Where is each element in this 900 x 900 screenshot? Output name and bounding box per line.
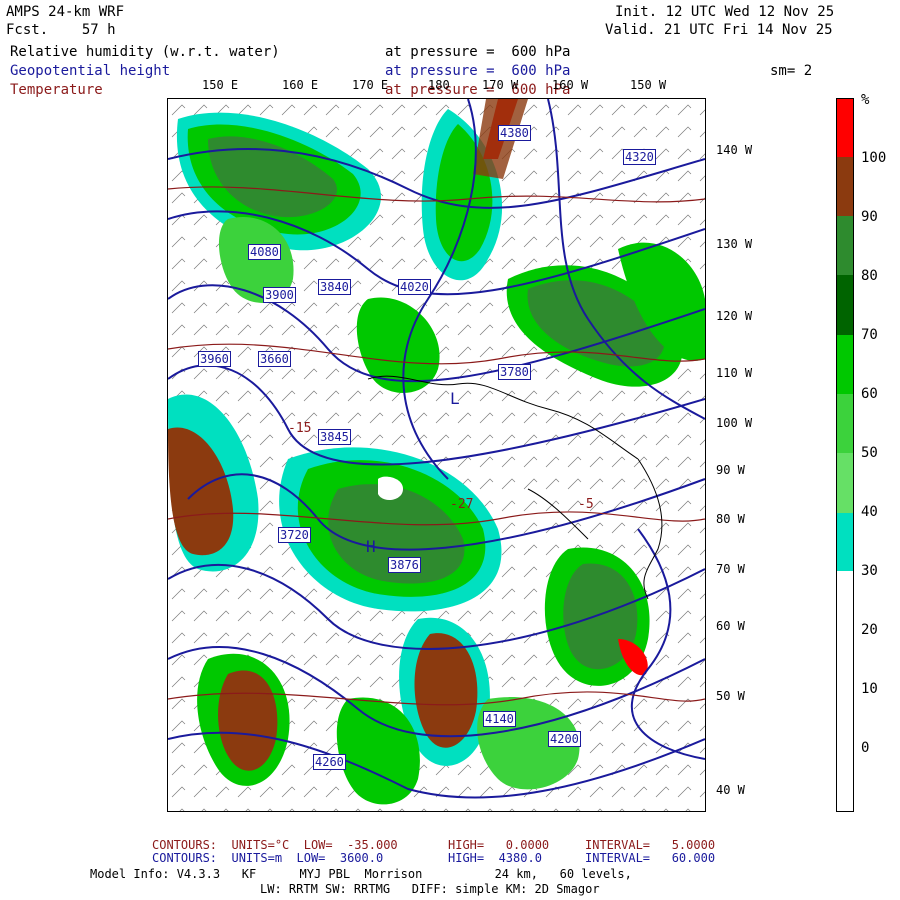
height-label: 3780	[498, 364, 531, 380]
valid-time: Valid. 21 UTC Fri 14 Nov 25	[605, 22, 833, 38]
height-label: 3960	[198, 351, 231, 367]
colorbar-segment	[837, 335, 853, 394]
lon-label: 150 E	[202, 78, 239, 92]
height-label: 4140	[483, 711, 516, 727]
height-label: 4380	[498, 125, 531, 141]
height-contour-high: HIGH= 4380.0	[448, 851, 542, 865]
lon-label: 180	[428, 78, 450, 92]
weather-map: 4380 4320 4260 4200 4140 4080 4020 3960 …	[167, 98, 706, 812]
colorbar-segment	[837, 571, 853, 811]
lon-label: 160 E	[282, 78, 319, 92]
lon-label: 170 W	[482, 78, 519, 92]
colorbar-label: 70	[861, 327, 878, 343]
lon-label: 110 W	[716, 366, 753, 380]
field-rh-name: Relative humidity (w.r.t. water)	[10, 44, 280, 60]
lon-label: 120 W	[716, 309, 753, 323]
temp-contour-info: CONTOURS: UNITS=°C LOW= -35.000	[152, 838, 398, 852]
lon-label: 90 W	[716, 463, 745, 477]
high-pressure-mark: H	[366, 537, 376, 556]
height-label: 4080	[248, 244, 281, 260]
colorbar-label: 40	[861, 504, 878, 520]
lon-label: 80 W	[716, 512, 745, 526]
height-label: 3840	[318, 279, 351, 295]
colorbar-label: 90	[861, 209, 878, 225]
field-height-name: Geopotential height	[10, 63, 171, 79]
colorbar-segment	[837, 157, 853, 216]
colorbar-unit: %	[861, 92, 870, 108]
height-label: 3845	[318, 429, 351, 445]
lon-label: 40 W	[716, 783, 745, 797]
height-label: 3660	[258, 351, 291, 367]
colorbar	[836, 98, 854, 812]
model-info: Model Info: V4.3.3 KF MYJ PBL Morrison 2…	[90, 867, 632, 881]
smoothing-label: sm= 2	[770, 63, 813, 79]
temp-contour-high: HIGH= 0.0000	[448, 838, 550, 852]
lon-label: 100 W	[716, 416, 753, 430]
height-contour-interval: INTERVAL= 60.000	[585, 851, 716, 865]
height-label: 3876	[388, 557, 421, 573]
map-canvas	[168, 99, 705, 811]
height-label: 3900	[263, 287, 296, 303]
temperature-label: -27	[450, 497, 474, 512]
field-height-level: at pressure = 600 hPa	[385, 63, 571, 79]
field-rh-level: at pressure = 600 hPa	[385, 44, 571, 60]
init-time: Init. 12 UTC Wed 12 Nov 25	[615, 4, 835, 20]
lon-label: 160 W	[552, 78, 589, 92]
low-pressure-mark: L	[450, 389, 460, 408]
physics-info: LW: RRTM SW: RRTMG DIFF: simple KM: 2D S…	[260, 882, 600, 896]
lon-label: 170 E	[352, 78, 389, 92]
colorbar-label: 60	[861, 386, 878, 402]
colorbar-label: 50	[861, 445, 878, 461]
temperature-label: -5	[578, 497, 594, 512]
forecast-hour: Fcst. 57 h	[6, 22, 116, 38]
colorbar-segment	[837, 513, 853, 571]
temp-contour-interval: INTERVAL= 5.0000	[585, 838, 716, 852]
lon-label: 130 W	[716, 237, 753, 251]
height-label: 4320	[623, 149, 656, 165]
colorbar-label: 0	[861, 740, 870, 756]
colorbar-segment	[837, 216, 853, 275]
colorbar-segment	[837, 394, 853, 453]
colorbar-segment	[837, 453, 853, 513]
height-contour-info: CONTOURS: UNITS=m LOW= 3600.0	[152, 851, 384, 865]
temperature-label: -15	[288, 421, 312, 436]
height-label: 3720	[278, 527, 311, 543]
colorbar-label: 20	[861, 622, 878, 638]
colorbar-label: 100	[861, 150, 887, 166]
colorbar-label: 30	[861, 563, 878, 579]
height-label: 4260	[313, 754, 346, 770]
colorbar-segment	[837, 275, 853, 335]
colorbar-segment	[837, 99, 853, 157]
field-temp-name: Temperature	[10, 82, 103, 98]
colorbar-label: 80	[861, 268, 878, 284]
lon-label: 60 W	[716, 619, 745, 633]
lon-label: 50 W	[716, 689, 745, 703]
model-title: AMPS 24-km WRF	[6, 4, 125, 20]
lon-label: 140 W	[716, 143, 753, 157]
field-temp-level: at pressure = 600 hPa	[385, 82, 571, 98]
lon-label: 70 W	[716, 562, 745, 576]
height-label: 4200	[548, 731, 581, 747]
colorbar-label: 10	[861, 681, 878, 697]
height-label: 4020	[398, 279, 431, 295]
lon-label: 150 W	[630, 78, 667, 92]
